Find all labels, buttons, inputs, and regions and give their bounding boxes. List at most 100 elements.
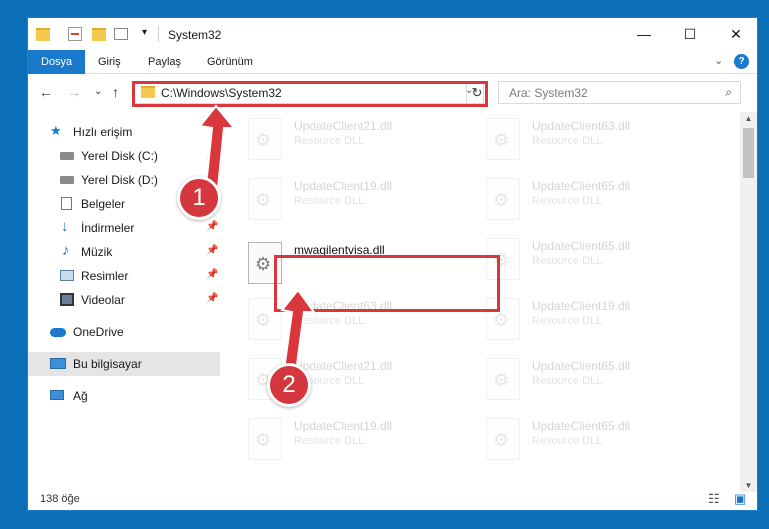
sidebar-item-videos[interactable]: Videolar 📌 bbox=[28, 288, 220, 312]
file-type: Resource DLL bbox=[532, 315, 603, 327]
file-name: UpdateClient65.dll bbox=[532, 359, 631, 373]
file-name: UpdateClient21.dll bbox=[294, 119, 393, 133]
new-folder-icon[interactable] bbox=[92, 28, 106, 41]
properties-icon[interactable] bbox=[68, 27, 82, 41]
list-item[interactable]: ⚙ UpdateClient21.dll Resource DLL bbox=[246, 112, 471, 170]
pin-icon[interactable]: 📌 bbox=[206, 245, 218, 256]
file-name: UpdateClient19.dll bbox=[294, 419, 393, 433]
video-icon bbox=[60, 293, 74, 306]
sidebar-item-downloads[interactable]: ↓ İndirmeler 📌 bbox=[28, 216, 220, 240]
file-type: Resource DLL bbox=[532, 255, 603, 267]
sidebar-item-music[interactable]: ♪ Müzik 📌 bbox=[28, 240, 220, 264]
pin-icon[interactable]: 📌 bbox=[206, 149, 218, 160]
file-type: Resource DLL bbox=[294, 315, 365, 327]
sidebar-item-label: Bu bilgisayar bbox=[73, 357, 142, 371]
picture-icon bbox=[60, 270, 74, 281]
step-badge-2: 2 bbox=[267, 363, 311, 407]
file-type: Resource DLL bbox=[532, 135, 603, 147]
file-type: Resource DLL bbox=[294, 435, 365, 447]
list-item[interactable]: ⚙ UpdateClient19.dll Resource DLL bbox=[484, 292, 709, 350]
star-icon: ★ bbox=[50, 123, 62, 138]
sidebar-item-network[interactable]: Ağ bbox=[28, 384, 220, 408]
file-name: UpdateClient65.dll bbox=[532, 179, 631, 193]
tab-share[interactable]: Paylaş bbox=[135, 50, 194, 74]
pin-icon[interactable]: 📌 bbox=[206, 221, 218, 232]
view-options-icon[interactable] bbox=[114, 28, 128, 40]
list-item[interactable]: ⚙ UpdateClient65.dll Resource DLL bbox=[484, 352, 709, 410]
gear-icon: ⚙ bbox=[255, 430, 272, 450]
folder-icon bbox=[36, 28, 50, 41]
file-type: Resource DLL bbox=[532, 435, 603, 447]
large-icons-view-icon[interactable]: ▣ bbox=[734, 491, 746, 507]
up-button[interactable]: ↑ bbox=[112, 84, 119, 100]
list-item[interactable]: ⚙ UpdateClient65.dll Resource DLL bbox=[484, 232, 709, 290]
gear-icon: ⚙ bbox=[493, 310, 510, 330]
pin-icon[interactable]: 📌 bbox=[206, 293, 218, 304]
list-item[interactable]: ⚙ UpdateClient19.dll Resource DLL bbox=[246, 412, 471, 470]
search-icon[interactable]: ⌕ bbox=[725, 85, 732, 100]
window-title: System32 bbox=[168, 28, 222, 42]
dll-file-icon: ⚙ bbox=[486, 418, 520, 460]
sidebar-item-label: Videolar bbox=[81, 293, 125, 307]
computer-icon bbox=[50, 358, 66, 369]
file-type: Resource DLL bbox=[532, 375, 603, 387]
file-name: UpdateClient19.dll bbox=[532, 299, 631, 313]
drive-icon bbox=[60, 176, 74, 184]
back-button[interactable]: ← bbox=[39, 84, 53, 100]
dll-file-icon: ⚙ bbox=[486, 178, 520, 220]
close-button[interactable]: ✕ bbox=[713, 18, 757, 50]
file-type: Resource DLL bbox=[294, 135, 365, 147]
search-placeholder: Ara: System32 bbox=[509, 86, 588, 100]
file-type: Resource DLL bbox=[294, 195, 365, 207]
file-type: Resource DLL bbox=[532, 195, 603, 207]
gear-icon: ⚙ bbox=[255, 310, 272, 330]
tab-file[interactable]: Dosya bbox=[28, 50, 86, 74]
customize-toolbar-icon[interactable]: ▾ bbox=[142, 27, 147, 43]
sidebar-item-label: Yerel Disk (D:) bbox=[81, 173, 158, 187]
search-input[interactable]: Ara: System32 ⌕ bbox=[498, 81, 741, 104]
sidebar-item-quick-access[interactable]: ★ Hızlı erişim bbox=[28, 120, 220, 144]
maximize-button[interactable]: ☐ bbox=[667, 18, 713, 50]
list-item[interactable]: ⚙ UpdateClient65.dll Resource DLL bbox=[484, 172, 709, 230]
tab-home[interactable]: Giriş bbox=[85, 50, 134, 74]
drive-icon bbox=[60, 152, 74, 160]
tab-view[interactable]: Görünüm bbox=[194, 50, 266, 74]
list-item[interactable]: ⚙ UpdateClient19.dll Resource DLL bbox=[246, 172, 471, 230]
gear-icon: ⚙ bbox=[493, 370, 510, 390]
recent-locations-button[interactable]: ⌄ bbox=[94, 86, 102, 97]
scroll-up-icon[interactable]: ▲ bbox=[740, 114, 757, 123]
title-bar: ▾ System32 — ☐ ✕ bbox=[28, 18, 757, 50]
status-bar: 138 öğe ☷ ▣ bbox=[28, 490, 757, 510]
scrollbar-thumb[interactable] bbox=[743, 128, 754, 178]
navigation-pane: ★ Hızlı erişim Yerel Disk (C:) 📌 Yerel D… bbox=[28, 112, 223, 492]
dll-file-icon: ⚙ bbox=[248, 118, 282, 160]
step-badge-1: 1 bbox=[177, 176, 221, 220]
list-item[interactable]: ⚙ UpdateClient63.dll Resource DLL bbox=[484, 112, 709, 170]
gear-icon: ⚙ bbox=[493, 130, 510, 150]
list-item[interactable]: ⚙ UpdateClient65.dll Resource DLL bbox=[484, 412, 709, 470]
sidebar-item-label: Yerel Disk (C:) bbox=[81, 149, 158, 163]
sidebar-item-this-pc[interactable]: Bu bilgisayar bbox=[28, 352, 220, 376]
network-icon bbox=[50, 390, 64, 400]
sidebar-item-label: Belgeler bbox=[81, 197, 126, 211]
item-count: 138 öğe bbox=[40, 493, 80, 505]
details-view-icon[interactable]: ☷ bbox=[708, 491, 720, 507]
sidebar-item-drive-c[interactable]: Yerel Disk (C:) 📌 bbox=[28, 144, 220, 168]
sidebar-item-label: Ağ bbox=[73, 389, 88, 403]
dll-file-icon: ⚙ bbox=[486, 118, 520, 160]
scroll-down-icon[interactable]: ▼ bbox=[740, 481, 757, 490]
expand-ribbon-icon[interactable]: ⌄ bbox=[714, 54, 723, 67]
vertical-scrollbar[interactable]: ▲ ▼ bbox=[740, 112, 757, 492]
sidebar-item-label: Müzik bbox=[81, 245, 113, 259]
sidebar-item-onedrive[interactable]: OneDrive bbox=[28, 320, 220, 344]
sidebar-item-pictures[interactable]: Resimler 📌 bbox=[28, 264, 220, 288]
minimize-button[interactable]: — bbox=[621, 18, 667, 50]
music-icon: ♪ bbox=[62, 242, 70, 259]
help-icon[interactable]: ? bbox=[734, 54, 749, 69]
file-name: UpdateClient21.dll bbox=[294, 359, 393, 373]
title-divider bbox=[158, 26, 159, 42]
pin-icon[interactable]: 📌 bbox=[206, 269, 218, 280]
dll-file-icon: ⚙ bbox=[248, 178, 282, 220]
sidebar-item-label: Resimler bbox=[81, 269, 129, 283]
forward-button[interactable]: → bbox=[67, 84, 81, 100]
